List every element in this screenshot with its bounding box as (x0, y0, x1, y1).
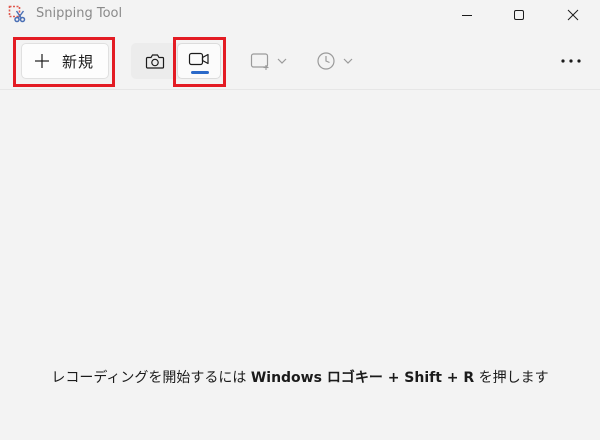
more-icon (561, 59, 581, 63)
maximize-button[interactable] (496, 0, 542, 30)
close-icon (567, 9, 579, 21)
new-button-highlight (13, 37, 115, 87)
video-mode-highlight (173, 37, 226, 87)
title-bar: Snipping Tool (0, 0, 600, 30)
minimize-icon (462, 15, 472, 16)
maximize-icon (514, 10, 524, 20)
window-title: Snipping Tool (36, 6, 123, 21)
rectangle-snip-icon (250, 53, 269, 70)
camera-icon (145, 54, 165, 69)
capture-area: レコーディングを開始するには Windows ロゴキー + Shift + R … (0, 91, 600, 440)
hint-text-start: レコーディングを開始するには (51, 370, 251, 386)
recording-hint: レコーディングを開始するには Windows ロゴキー + Shift + R … (0, 367, 600, 387)
chevron-down-icon (343, 58, 353, 64)
snip-shape-dropdown[interactable] (250, 49, 288, 73)
clock-icon (317, 52, 335, 70)
snipping-tool-window: Snipping Tool 新規 レコーディングを開始するには Windows … (0, 0, 600, 440)
chevron-down-icon (277, 58, 287, 64)
hint-text-end: を押します (474, 370, 549, 386)
toolbar: 新規 (0, 32, 600, 90)
more-options-button[interactable] (556, 47, 586, 75)
hint-shortcut: Windows ロゴキー + Shift + R (250, 370, 475, 386)
snipping-tool-app-icon (8, 5, 26, 23)
screenshot-mode-button[interactable] (133, 43, 177, 79)
close-button[interactable] (550, 0, 596, 30)
delay-dropdown[interactable] (316, 49, 354, 73)
minimize-button[interactable] (444, 0, 490, 30)
